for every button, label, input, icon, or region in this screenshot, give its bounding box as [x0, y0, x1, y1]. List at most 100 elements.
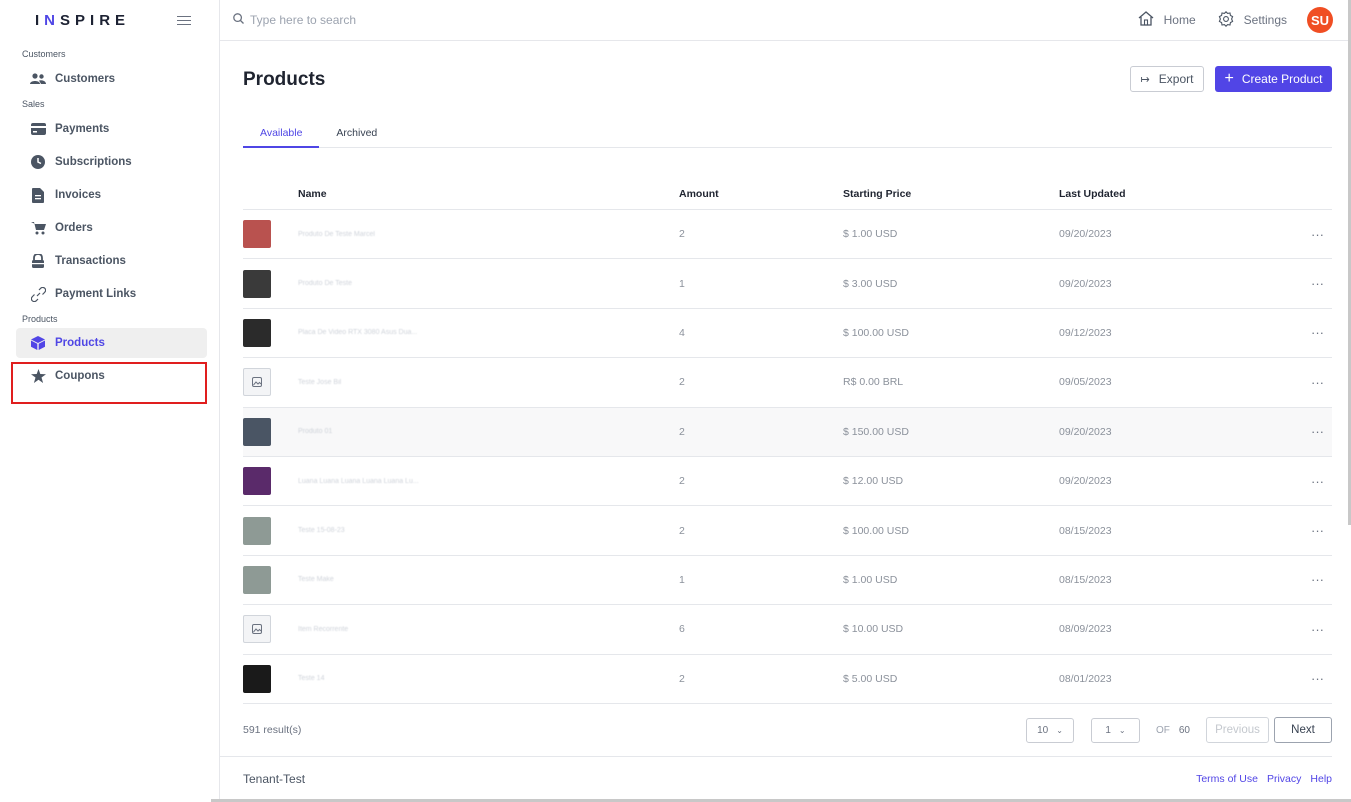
- product-name[interactable]: Placa De Video RTX 3080 Asus Dua...: [298, 329, 679, 336]
- product-amount: 1: [679, 277, 685, 290]
- sidebar-item-customers[interactable]: Customers: [22, 64, 197, 94]
- tab-archived[interactable]: Archived: [319, 123, 394, 148]
- product-amount: 2: [679, 475, 685, 488]
- table-row[interactable]: Teste Make 1 $ 1.00 USD 08/15/2023 ···: [243, 556, 1332, 606]
- tabs: Available Archived: [243, 123, 1332, 148]
- tab-available[interactable]: Available: [243, 123, 320, 148]
- create-product-button[interactable]: + Create Product: [1215, 66, 1332, 92]
- image-placeholder-icon: [243, 368, 271, 397]
- table-row[interactable]: Produto De Teste Marcel 2 $ 1.00 USD 09/20/…: [243, 210, 1332, 260]
- hamburger-menu-icon[interactable]: [177, 15, 191, 26]
- product-name[interactable]: Produto De Teste Marcel: [298, 231, 679, 238]
- more-options-icon[interactable]: ···: [1292, 276, 1332, 291]
- product-thumbnail: [243, 467, 271, 496]
- per-page-select[interactable]: 10 ⌄: [1025, 717, 1074, 743]
- more-options-icon[interactable]: ···: [1292, 622, 1332, 637]
- product-thumbnail: [243, 318, 271, 347]
- settings-label: Settings: [1243, 13, 1287, 27]
- table-body: Produto De Teste Marcel 2 $ 1.00 USD 09/20/…: [243, 210, 1332, 704]
- chevron-down-icon: ⌄: [1056, 725, 1063, 735]
- more-options-icon[interactable]: ···: [1292, 325, 1332, 340]
- sidebar-item-subscriptions[interactable]: Subscriptions: [22, 147, 197, 177]
- more-options-icon[interactable]: ···: [1292, 375, 1332, 390]
- sidebar-item-label: Subscriptions: [55, 156, 132, 168]
- product-thumbnail: [243, 516, 271, 545]
- home-icon: [1138, 11, 1164, 29]
- page-select[interactable]: 1 ⌄: [1090, 717, 1140, 743]
- product-thumbnail: [243, 220, 271, 249]
- more-options-icon[interactable]: ···: [1292, 523, 1332, 538]
- total-pages: 60: [1178, 724, 1190, 736]
- sidebar-item-payments[interactable]: Payments: [22, 114, 197, 144]
- product-thumbnail: [243, 417, 271, 446]
- home-link[interactable]: Home: [1138, 11, 1196, 29]
- product-name[interactable]: Luana Luana Luana Luana Luana Lu...: [298, 478, 679, 485]
- sidebar-item-transactions[interactable]: Transactions: [22, 246, 197, 276]
- product-name[interactable]: Teste Jose Bil: [298, 379, 679, 386]
- more-options-icon[interactable]: ···: [1292, 474, 1332, 489]
- table-row[interactable]: Luana Luana Luana Luana Luana Lu... 2 $ 12…: [243, 457, 1332, 507]
- sidebar-item-label: Payments: [55, 123, 110, 135]
- box-icon: [30, 335, 46, 351]
- results-count: 591 result(s): [243, 724, 302, 736]
- product-name[interactable]: Teste Make: [298, 576, 679, 583]
- clock-icon: [30, 154, 46, 170]
- product-amount: 1: [679, 573, 685, 586]
- product-updated: 09/05/2023: [1059, 376, 1112, 389]
- sidebar-item-products[interactable]: Products: [16, 328, 207, 358]
- table-header: Name Amount Starting Price Last Updated: [243, 178, 1332, 210]
- sidebar-item-payment-links[interactable]: Payment Links: [22, 279, 197, 309]
- table-row[interactable]: Produto 01 2 $ 150.00 USD 09/20/2023 ···: [243, 407, 1332, 457]
- product-price: $ 12.00 USD: [843, 475, 904, 488]
- gear-icon: [1218, 10, 1244, 30]
- page-footer: Tenant-Test Terms of Use Privacy Help: [220, 756, 1332, 800]
- privacy-link[interactable]: Privacy: [1267, 773, 1301, 785]
- section-label-sales: Sales: [22, 99, 45, 109]
- product-name[interactable]: Teste 14: [298, 675, 679, 682]
- product-name[interactable]: Produto De Teste: [298, 280, 679, 287]
- more-options-icon[interactable]: ···: [1292, 424, 1332, 439]
- column-header-starting-price[interactable]: Starting Price: [843, 188, 1059, 200]
- product-amount: 2: [679, 376, 685, 389]
- table-row[interactable]: Placa De Video RTX 3080 Asus Dua... 4 $ 10…: [243, 309, 1332, 359]
- column-header-amount[interactable]: Amount: [679, 188, 843, 200]
- more-options-icon[interactable]: ···: [1292, 671, 1332, 686]
- product-thumbnail: [243, 565, 271, 594]
- logo: INSPIRE: [35, 12, 131, 29]
- products-table: Name Amount Starting Price Last Updated …: [243, 178, 1332, 704]
- table-row[interactable]: Produto De Teste 1 $ 3.00 USD 09/20/2023 ···: [243, 259, 1332, 309]
- logo-row: INSPIRE: [0, 0, 219, 41]
- table-row[interactable]: Teste Jose Bil 2 R$ 0.00 BRL 09/05/2023 ···: [243, 358, 1332, 408]
- sidebar-item-invoices[interactable]: Invoices: [22, 180, 197, 210]
- table-row[interactable]: Item Recorrente 6 $ 10.00 USD 08/09/2023 ···: [243, 605, 1332, 655]
- product-price: $ 1.00 USD: [843, 573, 898, 586]
- create-product-label: Create Product: [1241, 72, 1323, 86]
- avatar[interactable]: SU: [1307, 7, 1333, 33]
- users-icon: [30, 71, 46, 87]
- settings-link[interactable]: Settings: [1218, 10, 1287, 30]
- help-link[interactable]: Help: [1310, 773, 1332, 785]
- previous-button[interactable]: Previous: [1206, 717, 1269, 743]
- product-name[interactable]: Item Recorrente: [298, 626, 679, 633]
- column-header-name[interactable]: Name: [298, 188, 679, 200]
- table-row[interactable]: Teste 15-08-23 2 $ 100.00 USD 08/15/2023 ···: [243, 506, 1332, 556]
- product-price: $ 3.00 USD: [843, 277, 898, 290]
- search-input[interactable]: [250, 13, 550, 27]
- export-arrow-icon: ↦: [1140, 73, 1150, 86]
- sidebar-item-orders[interactable]: Orders: [22, 213, 197, 243]
- more-options-icon[interactable]: ···: [1292, 227, 1332, 242]
- column-header-last-updated[interactable]: Last Updated: [1059, 188, 1292, 200]
- product-price: $ 100.00 USD: [843, 326, 909, 339]
- product-name[interactable]: Produto 01: [298, 428, 679, 435]
- table-row[interactable]: Teste 14 2 $ 5.00 USD 08/01/2023 ···: [243, 655, 1332, 704]
- product-price: $ 100.00 USD: [843, 524, 909, 537]
- export-button[interactable]: ↦ Export: [1130, 66, 1204, 92]
- product-updated: 09/20/2023: [1059, 425, 1112, 438]
- terms-link[interactable]: Terms of Use: [1196, 773, 1258, 785]
- more-options-icon[interactable]: ···: [1292, 572, 1332, 587]
- product-updated: 08/15/2023: [1059, 524, 1112, 537]
- next-button[interactable]: Next: [1274, 717, 1332, 743]
- sidebar-item-label: Invoices: [55, 189, 102, 201]
- product-name[interactable]: Teste 15-08-23: [298, 527, 679, 534]
- product-updated: 09/20/2023: [1059, 277, 1112, 290]
